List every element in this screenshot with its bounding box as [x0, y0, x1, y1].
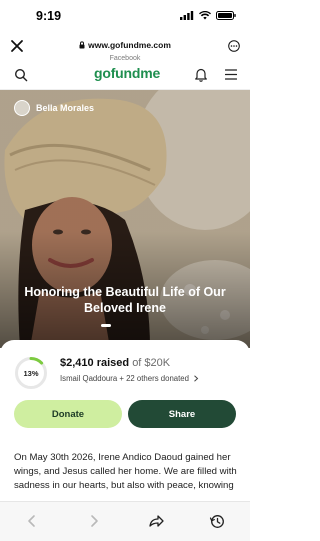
hero-image[interactable]: Bella Morales Honoring the Beautiful Lif…	[0, 90, 250, 348]
gofundme-logo[interactable]: gofundme	[94, 65, 160, 81]
browser-bottom-bar	[0, 501, 250, 541]
history-icon[interactable]	[209, 513, 225, 529]
bell-icon[interactable]	[194, 67, 208, 82]
app-header: gofundme	[0, 60, 250, 90]
wifi-icon	[199, 11, 211, 20]
story-text: On May 30th 2026, Irene Andico Daoud gai…	[14, 452, 237, 491]
status-bar: 9:19	[0, 0, 250, 32]
menu-icon[interactable]	[225, 69, 237, 80]
donate-button[interactable]: Donate	[14, 400, 122, 428]
back-icon[interactable]	[24, 513, 40, 529]
battery-icon	[216, 11, 236, 20]
campaign-title: Honoring the Beautiful Life of Our Belov…	[24, 285, 226, 315]
carousel-indicator[interactable]	[101, 324, 111, 327]
chevron-right-icon	[194, 374, 199, 382]
lock-icon	[79, 41, 85, 49]
search-icon[interactable]	[14, 68, 28, 82]
url-text: www.gofundme.com	[88, 40, 171, 50]
donors-link[interactable]: Ismail Qaddoura + 22 others donated	[60, 374, 199, 383]
url-display[interactable]: www.gofundme.com Facebook	[0, 36, 250, 62]
progress-percent: 13%	[23, 368, 39, 378]
raised-amount: $2,410 raised	[60, 357, 130, 369]
avatar	[14, 100, 30, 116]
raised-summary: $2,410 raised of $20K	[60, 357, 170, 369]
organizer[interactable]: Bella Morales	[14, 100, 94, 116]
browser-bar: www.gofundme.com Facebook	[0, 32, 250, 62]
share-icon[interactable]	[148, 513, 164, 529]
status-icons	[180, 11, 236, 20]
share-button[interactable]: Share	[128, 400, 236, 428]
status-time: 9:19	[36, 9, 62, 23]
signal-icon	[180, 11, 194, 20]
goal-amount: of $20K	[132, 357, 171, 369]
more-icon[interactable]	[228, 40, 240, 52]
forward-icon[interactable]	[86, 513, 102, 529]
donors-text: Ismail Qaddoura + 22 others donated	[60, 374, 189, 383]
organizer-name: Bella Morales	[36, 103, 95, 113]
